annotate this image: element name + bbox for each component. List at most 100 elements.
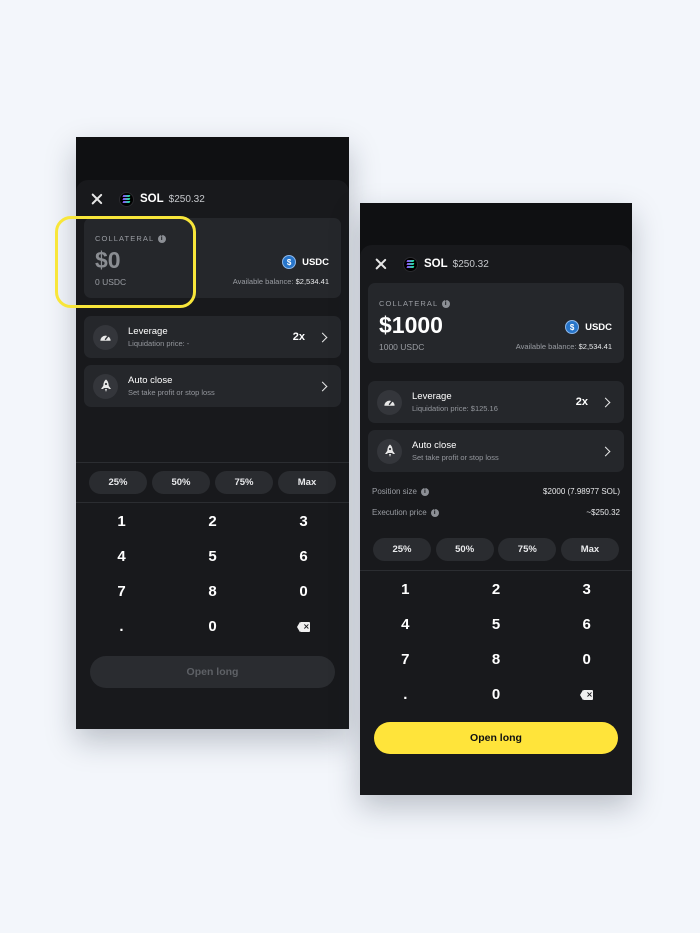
sheet-header: SOL $250.32 bbox=[360, 245, 632, 283]
auto-close-sub: Set take profit or stop loss bbox=[128, 387, 215, 397]
quick-amount-row: 25% 50% 75% Max bbox=[373, 538, 619, 561]
quick-max-button[interactable]: Max bbox=[560, 538, 619, 561]
key-0[interactable]: 0 bbox=[258, 574, 349, 609]
key-0[interactable]: 0 bbox=[167, 609, 258, 644]
rocket-icon bbox=[93, 373, 118, 399]
key-0[interactable]: 0 bbox=[541, 642, 632, 677]
available-balance-value: $2,534.41 bbox=[295, 277, 329, 286]
token-price: $250.32 bbox=[168, 193, 205, 205]
leverage-value: 2x bbox=[575, 396, 588, 408]
auto-close-text: Auto close Set take profit or stop loss bbox=[412, 440, 602, 463]
chevron-right-icon bbox=[600, 446, 611, 456]
open-long-button[interactable]: Open long bbox=[90, 656, 335, 688]
phone-screen-filled: SOL $250.32 COLLATERAL i $1000 1000 USDC… bbox=[360, 203, 632, 795]
token-selector[interactable]: $ USDC bbox=[282, 255, 329, 269]
numeric-keypad: 1 2 3 4 5 6 7 8 0 . 0 × bbox=[76, 504, 349, 644]
key-8[interactable]: 8 bbox=[167, 574, 258, 609]
available-balance: Available balance: $2,534.41 bbox=[516, 342, 612, 351]
auto-close-sub: Set take profit or stop loss bbox=[412, 452, 499, 462]
leverage-row[interactable]: Leverage Liquidation price: $125.16 2x bbox=[368, 381, 624, 423]
leverage-title: Leverage bbox=[128, 325, 168, 337]
key-7[interactable]: 7 bbox=[360, 642, 451, 677]
key-7[interactable]: 7 bbox=[76, 574, 167, 609]
key-5[interactable]: 5 bbox=[167, 539, 258, 574]
key-2[interactable]: 2 bbox=[451, 572, 542, 607]
key-4[interactable]: 4 bbox=[360, 607, 451, 642]
order-summary: Position size i $2000 (7.98977 SOL) Exec… bbox=[372, 481, 620, 523]
divider bbox=[360, 570, 632, 571]
numeric-keypad: 1 2 3 4 5 6 7 8 0 . 0 × bbox=[360, 572, 632, 712]
sheet-header: SOL $250.32 bbox=[76, 180, 349, 218]
quick-50-button[interactable]: 50% bbox=[435, 538, 494, 561]
key-decimal[interactable]: . bbox=[360, 677, 451, 712]
execution-price-label: Execution price i bbox=[372, 508, 439, 517]
sol-icon bbox=[119, 191, 134, 207]
close-icon[interactable] bbox=[91, 193, 103, 205]
leverage-text: Leverage Liquidation price: - bbox=[128, 326, 293, 349]
key-0[interactable]: 0 bbox=[451, 677, 542, 712]
token-symbol: SOL bbox=[424, 258, 448, 270]
info-icon[interactable]: i bbox=[442, 299, 451, 308]
execution-price-label-text: Execution price bbox=[372, 508, 427, 517]
chevron-right-icon bbox=[317, 332, 328, 342]
quick-25-button[interactable]: 25% bbox=[373, 538, 431, 561]
key-6[interactable]: 6 bbox=[258, 539, 349, 574]
leverage-row[interactable]: Leverage Liquidation price: - 2x bbox=[84, 316, 341, 358]
position-size-row: Position size i $2000 (7.98977 SOL) bbox=[372, 481, 620, 502]
quick-amount-row: 25% 50% 75% Max bbox=[89, 471, 336, 494]
key-2[interactable]: 2 bbox=[167, 504, 258, 539]
key-5[interactable]: 5 bbox=[451, 607, 542, 642]
available-balance-value: $2,534.41 bbox=[578, 342, 612, 351]
backspace-key[interactable]: × bbox=[258, 609, 349, 644]
usdc-icon: $ bbox=[565, 320, 580, 334]
collateral-card[interactable]: COLLATERAL i $1000 1000 USDC $ USDC Avai… bbox=[368, 283, 624, 363]
position-size-label-text: Position size bbox=[372, 487, 417, 496]
leverage-text: Leverage Liquidation price: $125.16 bbox=[412, 391, 576, 414]
token-price: $250.32 bbox=[452, 258, 489, 270]
trade-sheet: SOL $250.32 COLLATERAL i $1000 1000 USDC… bbox=[360, 245, 632, 795]
backspace-icon: × bbox=[580, 689, 594, 700]
chevron-right-icon bbox=[317, 381, 328, 391]
available-balance: Available balance: $2,534.41 bbox=[233, 277, 329, 286]
collateral-label-text: COLLATERAL bbox=[379, 299, 439, 308]
divider bbox=[76, 502, 349, 503]
key-decimal[interactable]: . bbox=[76, 609, 167, 644]
chevron-right-icon bbox=[600, 397, 611, 407]
close-icon[interactable] bbox=[375, 258, 387, 270]
quick-max-button[interactable]: Max bbox=[278, 471, 336, 494]
speedometer-icon bbox=[93, 324, 118, 350]
token-selector-label: USDC bbox=[585, 321, 612, 333]
execution-price-row: Execution price i ~$250.32 bbox=[372, 502, 620, 523]
auto-close-row[interactable]: Auto close Set take profit or stop loss bbox=[84, 365, 341, 407]
info-icon[interactable]: i bbox=[430, 508, 439, 517]
key-1[interactable]: 1 bbox=[76, 504, 167, 539]
key-8[interactable]: 8 bbox=[451, 642, 542, 677]
rocket-icon bbox=[377, 438, 402, 464]
auto-close-row[interactable]: Auto close Set take profit or stop loss bbox=[368, 430, 624, 472]
info-icon[interactable]: i bbox=[420, 487, 429, 496]
quick-75-button[interactable]: 75% bbox=[215, 471, 273, 494]
token-symbol: SOL bbox=[140, 193, 164, 205]
available-balance-label: Available balance: bbox=[515, 342, 577, 351]
backspace-key[interactable]: × bbox=[541, 677, 632, 712]
key-6[interactable]: 6 bbox=[541, 607, 632, 642]
open-long-button[interactable]: Open long bbox=[374, 722, 618, 754]
quick-75-button[interactable]: 75% bbox=[498, 538, 557, 561]
key-3[interactable]: 3 bbox=[541, 572, 632, 607]
quick-50-button[interactable]: 50% bbox=[152, 471, 210, 494]
key-4[interactable]: 4 bbox=[76, 539, 167, 574]
token-selector-label: USDC bbox=[302, 256, 329, 268]
collateral-label: COLLATERAL i bbox=[379, 299, 612, 308]
available-balance-label: Available balance: bbox=[232, 277, 294, 286]
divider bbox=[76, 462, 349, 463]
quick-25-button[interactable]: 25% bbox=[89, 471, 147, 494]
key-1[interactable]: 1 bbox=[360, 572, 451, 607]
leverage-title: Leverage bbox=[412, 390, 452, 402]
backspace-icon: × bbox=[297, 621, 310, 632]
key-3[interactable]: 3 bbox=[258, 504, 349, 539]
sol-icon bbox=[403, 256, 418, 272]
token-selector[interactable]: $ USDC bbox=[565, 320, 612, 334]
execution-price-value: ~$250.32 bbox=[586, 508, 620, 517]
position-size-value: $2000 (7.98977 SOL) bbox=[543, 487, 620, 496]
speedometer-icon bbox=[377, 389, 402, 415]
